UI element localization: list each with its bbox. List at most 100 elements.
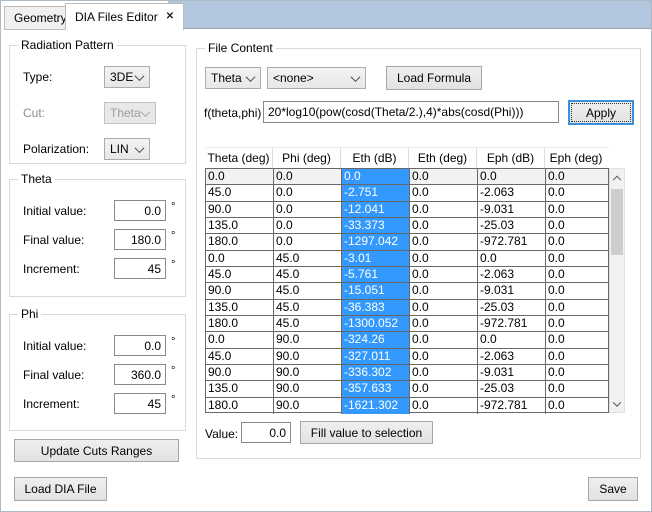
table-cell[interactable]: 0.0: [546, 251, 608, 266]
table-cell[interactable]: 0.0: [546, 267, 608, 282]
scrollbar-thumb[interactable]: [611, 189, 623, 255]
table-header-cell[interactable]: Eph (deg): [545, 148, 607, 168]
load-formula-button[interactable]: Load Formula: [386, 66, 482, 90]
theta-initial-input[interactable]: [114, 200, 166, 221]
phi-final-input[interactable]: [114, 364, 166, 385]
table-cell[interactable]: 0.0: [274, 185, 342, 200]
table-cell[interactable]: 0.0: [546, 381, 608, 396]
table-cell[interactable]: -972.781: [478, 316, 546, 331]
update-cuts-ranges-button[interactable]: Update Cuts Ranges: [14, 439, 179, 462]
tab-dia-files-editor[interactable]: DIA Files Editor ✕: [65, 3, 184, 30]
table-cell[interactable]: 0.0: [410, 185, 478, 200]
table-cell[interactable]: 45.0: [274, 300, 342, 315]
table-cell[interactable]: -972.781: [478, 234, 546, 249]
table-cell[interactable]: 0.0: [546, 218, 608, 233]
table-cell[interactable]: 0.0: [410, 365, 478, 380]
table-cell[interactable]: 180.0: [206, 234, 274, 249]
table-cell[interactable]: -357.633: [342, 381, 410, 396]
table-cell[interactable]: -3.01: [342, 251, 410, 266]
table-cell[interactable]: 90.0: [274, 349, 342, 364]
table-cell[interactable]: -36.383: [342, 300, 410, 315]
table-cell[interactable]: 0.0: [546, 316, 608, 331]
phi-initial-input[interactable]: [114, 335, 166, 356]
table-cell[interactable]: 0.0: [206, 251, 274, 266]
table-cell[interactable]: -33.373: [342, 218, 410, 233]
table-cell[interactable]: 90.0: [206, 365, 274, 380]
table-cell[interactable]: 0.0: [410, 169, 478, 184]
table-cell[interactable]: 0.0: [410, 316, 478, 331]
table-cell[interactable]: 90.0: [274, 365, 342, 380]
formula-preset-combo[interactable]: <none>: [267, 67, 366, 89]
table-header-cell[interactable]: Eth (dB): [341, 148, 409, 168]
table-cell[interactable]: 0.0: [546, 185, 608, 200]
table-cell[interactable]: 90.0: [274, 381, 342, 396]
table-cell[interactable]: 90.0: [274, 398, 342, 414]
table-cell[interactable]: 0.0: [410, 349, 478, 364]
table-cell[interactable]: 90.0: [206, 202, 274, 217]
table-cell[interactable]: -2.063: [478, 349, 546, 364]
table-cell[interactable]: 45.0: [274, 283, 342, 298]
table-cell[interactable]: -2.063: [478, 185, 546, 200]
table-cell[interactable]: 0.0: [410, 398, 478, 414]
table-cell[interactable]: 0.0: [206, 169, 274, 184]
scroll-down-button[interactable]: [610, 396, 624, 412]
table-cell[interactable]: 0.0: [410, 267, 478, 282]
table-cell[interactable]: 0.0: [546, 234, 608, 249]
table-cell[interactable]: 0.0: [410, 234, 478, 249]
table-cell[interactable]: 0.0: [478, 332, 546, 347]
table-cell[interactable]: 135.0: [206, 300, 274, 315]
table-cell[interactable]: 0.0: [206, 332, 274, 347]
table-cell[interactable]: 0.0: [546, 169, 608, 184]
theta-final-input[interactable]: [114, 229, 166, 250]
table-cell[interactable]: -324.26: [342, 332, 410, 347]
table-cell[interactable]: -25.03: [478, 218, 546, 233]
value-input[interactable]: [241, 422, 291, 443]
table-cell[interactable]: 90.0: [206, 283, 274, 298]
type-combo[interactable]: 3DE: [104, 66, 150, 88]
table-cell[interactable]: -12.041: [342, 202, 410, 217]
table-cell[interactable]: 45.0: [274, 316, 342, 331]
table-cell[interactable]: 0.0: [478, 251, 546, 266]
table-cell[interactable]: -25.03: [478, 381, 546, 396]
table-cell[interactable]: -2.063: [478, 267, 546, 282]
table-cell[interactable]: 0.0: [274, 218, 342, 233]
table-cell[interactable]: 45.0: [206, 349, 274, 364]
theta-increment-input[interactable]: [114, 258, 166, 279]
load-dia-file-button[interactable]: Load DIA File: [14, 477, 107, 501]
table-header-cell[interactable]: Eth (deg): [409, 148, 477, 168]
table-header-cell[interactable]: Phi (deg): [273, 148, 341, 168]
table-cell[interactable]: 0.0: [410, 381, 478, 396]
table-cell[interactable]: -2.751: [342, 185, 410, 200]
table-cell[interactable]: 0.0: [546, 332, 608, 347]
table-cell[interactable]: -1297.042: [342, 234, 410, 249]
table-cell[interactable]: 45.0: [206, 267, 274, 282]
table-cell[interactable]: -5.761: [342, 267, 410, 282]
table-cell[interactable]: -15.051: [342, 283, 410, 298]
table-cell[interactable]: 45.0: [274, 267, 342, 282]
save-button[interactable]: Save: [588, 477, 638, 501]
table-cell[interactable]: 180.0: [206, 398, 274, 414]
table-cell[interactable]: 0.0: [410, 300, 478, 315]
table-cell[interactable]: 135.0: [206, 381, 274, 396]
close-icon[interactable]: ✕: [166, 12, 174, 22]
table-cell[interactable]: -9.031: [478, 283, 546, 298]
apply-button[interactable]: Apply: [568, 100, 634, 125]
table-cell[interactable]: -1621.302: [342, 398, 410, 414]
table-cell[interactable]: 180.0: [206, 316, 274, 331]
table-cell[interactable]: 0.0: [342, 169, 410, 184]
scroll-up-button[interactable]: [610, 169, 624, 185]
component-combo[interactable]: Theta: [205, 67, 261, 89]
table-header-cell[interactable]: Eph (dB): [477, 148, 545, 168]
table-cell[interactable]: 0.0: [274, 202, 342, 217]
table-cell[interactable]: 0.0: [410, 202, 478, 217]
table-cell[interactable]: -336.302: [342, 365, 410, 380]
table-cell[interactable]: 0.0: [546, 283, 608, 298]
formula-input[interactable]: [263, 101, 559, 123]
table-cell[interactable]: -9.031: [478, 202, 546, 217]
table-cell[interactable]: 0.0: [410, 218, 478, 233]
table-cell[interactable]: 0.0: [410, 283, 478, 298]
table-cell[interactable]: 0.0: [546, 202, 608, 217]
table-cell[interactable]: -25.03: [478, 300, 546, 315]
table-cell[interactable]: 0.0: [410, 332, 478, 347]
vertical-scrollbar[interactable]: [609, 168, 625, 413]
